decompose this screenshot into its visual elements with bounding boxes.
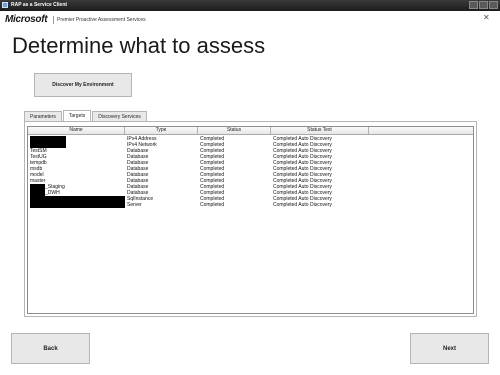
maximize-button[interactable] (479, 1, 488, 9)
minimize-button[interactable] (469, 1, 478, 9)
window-titlebar: RAP as a Service Client (0, 0, 500, 11)
cell-name (28, 202, 125, 208)
cell-status: Completed (200, 202, 225, 208)
targets-grid: Name Type Status Status Text IPv4 Addres… (27, 126, 474, 314)
next-button[interactable]: Next (410, 333, 489, 364)
column-header-name[interactable]: Name (28, 127, 125, 134)
column-header-status-text[interactable]: Status Text (271, 127, 369, 134)
column-header-status[interactable]: Status (198, 127, 271, 134)
back-button[interactable]: Back (11, 333, 90, 364)
column-header-blank (369, 127, 473, 134)
cell-type: Server (127, 202, 142, 208)
column-header-type[interactable]: Type (125, 127, 198, 134)
targets-panel: Name Type Status Status Text IPv4 Addres… (24, 121, 477, 317)
brand-subtitle: Premier Proactive Assessment Services (57, 17, 146, 23)
discover-environment-button[interactable]: Discover My Environment (34, 73, 132, 97)
redaction-bar (30, 202, 125, 208)
microsoft-logo: Microsoft (5, 14, 48, 25)
grid-rows: IPv4 Address Completed Completed Auto Di… (28, 136, 369, 208)
app-icon (2, 2, 8, 8)
window-close-button[interactable] (489, 1, 498, 9)
close-icon[interactable]: ✕ (483, 13, 490, 22)
brand-divider (53, 16, 54, 24)
window-controls (469, 1, 498, 9)
window-title: RAP as a Service Client (11, 2, 68, 8)
table-row[interactable]: Server Completed Completed Auto Discover… (28, 202, 369, 208)
page-title: Determine what to assess (12, 33, 266, 58)
cell-status-text: Completed Auto Discovery (273, 202, 332, 208)
grid-header: Name Type Status Status Text (28, 127, 473, 135)
